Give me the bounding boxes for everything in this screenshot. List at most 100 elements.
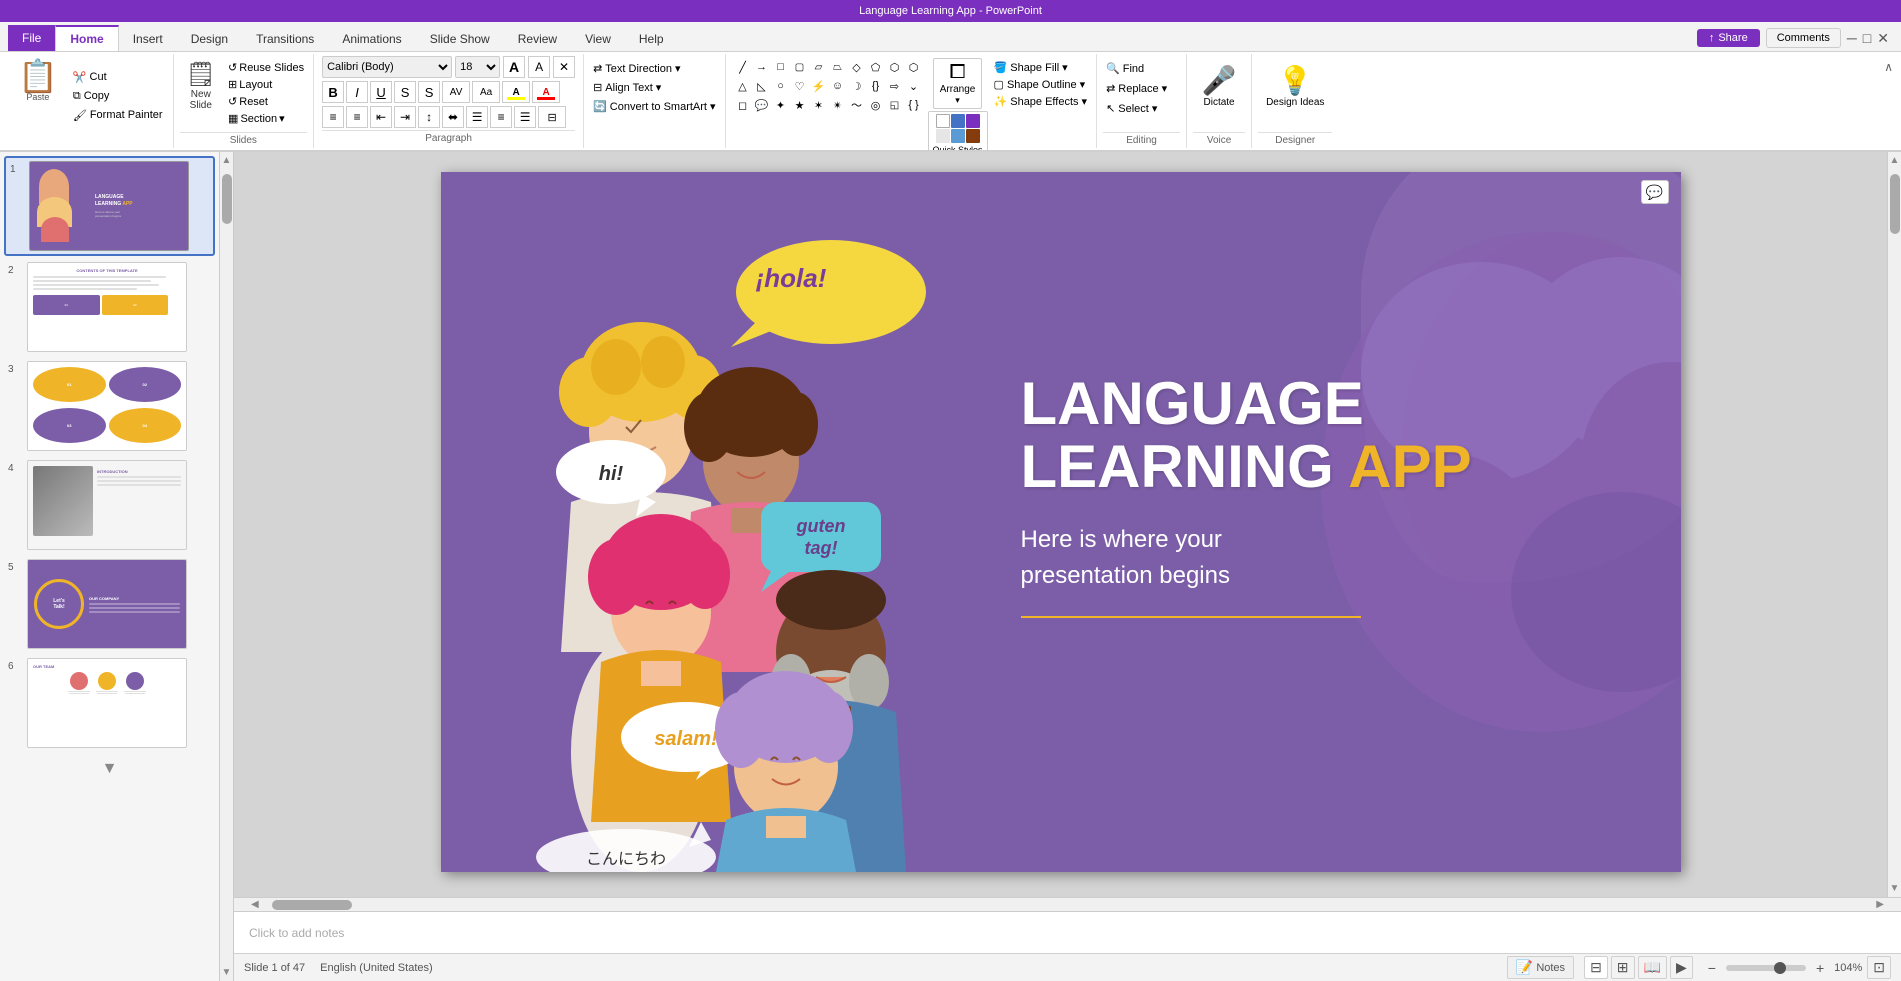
slide-thumb-1[interactable]: 1 LANGUAGE — [4, 156, 215, 256]
tab-review[interactable]: Review — [504, 27, 571, 51]
shape-brace[interactable]: { } — [905, 96, 923, 114]
minimize-icon[interactable]: ─ — [1847, 30, 1857, 46]
paste-button[interactable]: 📋 Paste — [10, 56, 66, 106]
slide-thumb-2[interactable]: 2 CONTENTS OF THIS TEMPLATE 01 02 — [4, 259, 215, 355]
shape-parallelogram[interactable]: ▱ — [810, 58, 828, 76]
shape-star8[interactable]: ✴ — [829, 96, 847, 114]
shape-more[interactable]: ⌄ — [905, 77, 923, 95]
share-button[interactable]: ↑ Share — [1697, 29, 1760, 47]
comments-button[interactable]: Comments — [1766, 28, 1841, 48]
hscroll-thumb[interactable] — [272, 900, 352, 910]
find-button[interactable]: 🔍 Find — [1103, 60, 1180, 77]
collapse-ribbon-button[interactable]: ∧ — [1884, 60, 1893, 74]
scroll-down-button[interactable]: ▼ — [1887, 880, 1901, 897]
quick-styles-button[interactable]: Quick Styles — [928, 111, 988, 152]
tab-insert[interactable]: Insert — [119, 27, 177, 51]
main-slide[interactable]: ¡hola! — [441, 172, 1681, 872]
notes-area[interactable]: Click to add notes — [234, 911, 1901, 953]
shape-rect[interactable]: □ — [772, 58, 790, 76]
panel-scroll-down[interactable]: ▼ — [0, 755, 219, 783]
italic-button[interactable]: I — [346, 81, 368, 103]
slideshow-button[interactable]: ▶ — [1670, 956, 1693, 979]
text-direction-button[interactable]: ⇄ Text Direction ▾ — [590, 60, 718, 77]
shape-triangle[interactable]: △ — [734, 77, 752, 95]
increase-font-button[interactable]: A — [503, 56, 525, 78]
tab-home[interactable]: Home — [55, 25, 118, 51]
panel-scrollbar[interactable]: ▲ ▼ — [220, 152, 234, 981]
select-button[interactable]: ↖ Select ▾ — [1103, 100, 1180, 117]
slide-thumb-4[interactable]: 4 INTRODUCTION — [4, 457, 215, 553]
shape-wave[interactable]: 〜 — [848, 96, 866, 114]
justify-button[interactable]: ☰ — [514, 106, 536, 128]
format-painter-button[interactable]: 🖌 Format Painter — [69, 107, 167, 124]
tab-file[interactable]: File — [8, 25, 55, 51]
shape-fill-button[interactable]: 🪣 Shape Fill ▾ — [991, 60, 1091, 75]
font-size-select[interactable]: 18 — [455, 56, 500, 78]
shape-star5[interactable]: ★ — [791, 96, 809, 114]
slide-thumb-6[interactable]: 6 OUR TEAM — [4, 655, 215, 751]
reading-view-button[interactable]: 📖 — [1638, 956, 1667, 979]
slide-sorter-button[interactable]: ⊞ — [1611, 956, 1635, 979]
text-shadow-button[interactable]: S — [418, 81, 440, 103]
slide-thumb-5[interactable]: 5 Let'sTalk! OUR COMPANY — [4, 556, 215, 652]
shape-hexagon[interactable]: ⬡ — [886, 58, 904, 76]
fit-slide-button[interactable]: ⊡ — [1867, 956, 1891, 979]
vertical-scrollbar[interactable]: ▲ ▼ — [1887, 152, 1901, 897]
highlight-color-button[interactable]: A — [502, 81, 530, 103]
scroll-up-button[interactable]: ▲ — [1887, 152, 1901, 169]
line-spacing-button[interactable]: ↕ — [418, 106, 440, 128]
shapes-palette[interactable]: ╱ → □ ▢ ▱ ⏢ ◇ ⬠ ⬡ ⬡ △ ◺ ○ ♡ ⚡ ☺ ☽ {} ⇨ — [732, 56, 925, 116]
design-ideas-button[interactable]: 💡 Design Ideas — [1258, 60, 1332, 112]
decrease-font-button[interactable]: A — [528, 56, 550, 78]
tab-design[interactable]: Design — [177, 27, 242, 51]
horizontal-scrollbar[interactable]: ◀ ▶ — [234, 897, 1901, 911]
shape-effects-button[interactable]: ✨ Shape Effects ▾ — [991, 94, 1091, 109]
layout-button[interactable]: ⊞ Layout — [225, 77, 307, 92]
section-button[interactable]: ▦ Section ▾ — [225, 111, 307, 126]
scroll-right-button[interactable]: ▶ — [1873, 899, 1887, 910]
comment-bubble[interactable]: 💬 — [1641, 180, 1669, 204]
align-center-button[interactable]: ☰ — [466, 106, 488, 128]
zoom-out-button[interactable]: − — [1703, 958, 1721, 978]
replace-button[interactable]: ⇄ Replace ▾ — [1103, 80, 1180, 97]
shape-flowchart[interactable]: ◻ — [734, 96, 752, 114]
shape-ellipse[interactable]: ○ — [772, 77, 790, 95]
align-right-button[interactable]: ≡ — [490, 106, 512, 128]
copy-button[interactable]: ⧉ Copy — [69, 88, 167, 105]
zoom-slider[interactable] — [1726, 965, 1806, 971]
dictate-button[interactable]: 🎤 Dictate — [1194, 60, 1245, 112]
shape-star4[interactable]: ✦ — [772, 96, 790, 114]
decrease-indent-button[interactable]: ⇤ — [370, 106, 392, 128]
arrange-button[interactable]: ⧠ Arrange ▾ — [933, 58, 983, 109]
clear-format-button[interactable]: ✕ — [553, 56, 575, 78]
shape-donut[interactable]: ◎ — [867, 96, 885, 114]
shape-diamond[interactable]: ◇ — [848, 58, 866, 76]
shape-rounded-rect[interactable]: ▢ — [791, 58, 809, 76]
font-family-select[interactable]: Calibri (Body) — [322, 56, 452, 78]
new-slide-button[interactable]: 🗒 NewSlide — [180, 56, 222, 115]
convert-smartart-button[interactable]: 🔄 Convert to SmartArt ▾ — [590, 98, 718, 115]
cut-button[interactable]: ✂️ Cut — [69, 69, 167, 86]
shape-outline-button[interactable]: ▢ Shape Outline ▾ — [991, 77, 1091, 92]
tab-help[interactable]: Help — [625, 27, 678, 51]
tab-view[interactable]: View — [571, 27, 625, 51]
underline-button[interactable]: U — [370, 81, 392, 103]
align-left-button[interactable]: ⬌ — [442, 106, 464, 128]
columns-button[interactable]: ⊟ — [538, 106, 566, 128]
shape-bracket[interactable]: {} — [867, 77, 885, 95]
tab-animations[interactable]: Animations — [328, 27, 415, 51]
align-text-button[interactable]: ⊟ Align Text ▾ — [590, 79, 718, 96]
normal-view-button[interactable]: ⊟ — [1584, 956, 1608, 979]
strikethrough-button[interactable]: S — [394, 81, 416, 103]
tab-slideshow[interactable]: Slide Show — [416, 27, 504, 51]
char-spacing-button[interactable]: AV — [442, 81, 470, 103]
bullets-button[interactable]: ≡ — [322, 106, 344, 128]
shape-line[interactable]: ╱ — [734, 58, 752, 76]
shape-moon[interactable]: ☽ — [848, 77, 866, 95]
shape-rt-triangle[interactable]: ◺ — [753, 77, 771, 95]
shape-star6[interactable]: ✶ — [810, 96, 828, 114]
font-color-button[interactable]: A — [532, 81, 560, 103]
maximize-icon[interactable]: □ — [1863, 30, 1871, 46]
bold-button[interactable]: B — [322, 81, 344, 103]
increase-indent-button[interactable]: ⇥ — [394, 106, 416, 128]
